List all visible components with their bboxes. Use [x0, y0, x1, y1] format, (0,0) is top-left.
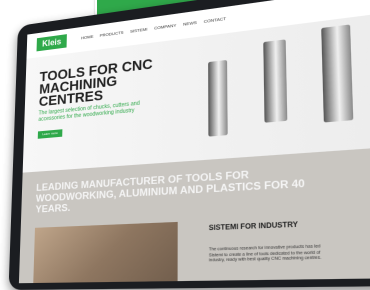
- sistemi-text: The continuous research for innovative p…: [208, 243, 322, 263]
- nav-item-news[interactable]: News: [183, 20, 197, 27]
- site-logo[interactable]: Kleis: [36, 34, 67, 52]
- hero-title: TOOLS FOR CNC MACHINING CENTRES: [38, 55, 153, 110]
- tool-image-middle: [263, 39, 288, 123]
- tablet-screen: Kleis Home Products Sistemi Company News…: [18, 0, 370, 284]
- nav-item-home[interactable]: Home: [81, 34, 94, 41]
- band-title: LEADING MANUFACTURER OF TOOLS FOR WOODWO…: [35, 168, 305, 215]
- nav-item-sistemi[interactable]: Sistemi: [130, 26, 147, 34]
- tablet-bezel: Kleis Home Products Sistemi Company News…: [8, 0, 370, 290]
- tool-image-right: [321, 24, 354, 123]
- nav-item-contact[interactable]: Contact: [204, 16, 226, 24]
- nav-item-company[interactable]: Company: [154, 22, 176, 30]
- sistemi-title: SISTEMI FOR INDUSTRY: [208, 221, 298, 233]
- hero-button[interactable]: Learn more: [37, 129, 63, 139]
- tool-image-left: [208, 59, 228, 137]
- workshop-photo: [32, 221, 178, 284]
- nav-item-products[interactable]: Products: [100, 29, 124, 37]
- tablet-device: Kleis Home Products Sistemi Company News…: [8, 0, 370, 290]
